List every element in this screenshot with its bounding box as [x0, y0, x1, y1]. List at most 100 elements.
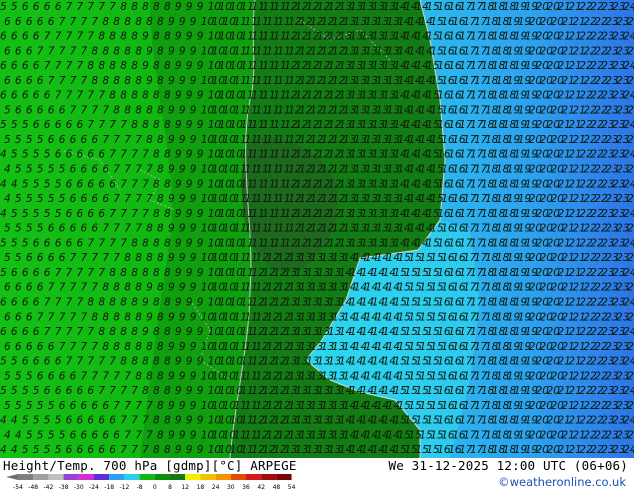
temperature-label: 9: [175, 1, 182, 13]
scale-swatch: [261, 474, 277, 480]
temperature-label: 7: [48, 45, 55, 57]
credit-link[interactable]: ©weatheronline.co.uk: [498, 475, 626, 489]
temperature-label: 5: [4, 370, 11, 382]
temperature-label: 9: [168, 16, 175, 28]
temperature-label: 6: [77, 237, 84, 249]
temperature-label: 8: [164, 415, 171, 427]
temperature-label: 7: [102, 134, 109, 146]
temperature-label: 7: [142, 208, 149, 220]
temperature-label: 8: [131, 237, 138, 249]
temperature-label: 8: [135, 252, 142, 264]
temperature-label: 7: [146, 164, 153, 176]
temperature-label: 5: [22, 119, 29, 131]
scale-label: -54: [13, 484, 23, 490]
temperature-label: 6: [33, 297, 40, 309]
temperature-label: 24: [627, 164, 634, 176]
temperature-label: 7: [113, 370, 120, 382]
temperature-label: 6: [70, 223, 77, 235]
temperature-label: 5: [55, 415, 62, 427]
temperature-label: 7: [113, 134, 120, 146]
temperature-label: 6: [98, 178, 105, 190]
temperature-label: 9: [197, 326, 204, 338]
temperature-label: 9: [168, 430, 175, 442]
temperature-label: 7: [124, 193, 131, 205]
temperature-label: 8: [153, 415, 160, 427]
temperature-label: 24: [623, 208, 634, 220]
temperature-label: 7: [87, 267, 94, 279]
temperature-label: 8: [153, 178, 160, 190]
temperature-label: 8: [124, 282, 131, 294]
scale-swatch: [154, 474, 170, 480]
temperature-label: 8: [91, 311, 98, 323]
temperature-label: 8: [113, 45, 120, 57]
temperature-label: 9: [175, 90, 182, 102]
temperature-label: 24: [623, 237, 634, 249]
temperature-label: 7: [44, 60, 51, 72]
temperature-label: 8: [135, 370, 142, 382]
temperature-label: 7: [59, 75, 66, 87]
temperature-label: 7: [55, 326, 62, 338]
temperature-label: 9: [186, 31, 193, 43]
temperature-label: 9: [186, 149, 193, 161]
temperature-label: 5: [37, 164, 44, 176]
temperature-label: 9: [197, 1, 204, 13]
temperature-label: 9: [179, 252, 186, 264]
temperature-label: 8: [142, 1, 149, 13]
temperature-label: 5: [55, 208, 62, 220]
temperature-label: 7: [59, 341, 66, 353]
scale-swatch: [215, 474, 231, 480]
temperature-label: 5: [0, 356, 7, 368]
temperature-label: 6: [77, 415, 84, 427]
temperature-label: 9: [168, 164, 175, 176]
scale-label: 36: [242, 484, 250, 490]
temperature-label: 7: [102, 223, 109, 235]
temperature-label: 8: [120, 90, 127, 102]
temperature-label: 6: [26, 104, 33, 116]
temperature-label: 6: [37, 252, 44, 264]
temperature-label: 7: [59, 45, 66, 57]
temperature-label: 6: [33, 119, 40, 131]
temperature-label: 7: [131, 444, 138, 456]
temperature-label: 6: [33, 60, 40, 72]
temperature-label: 6: [11, 60, 18, 72]
temperature-label: 6: [102, 164, 109, 176]
temperature-label: 6: [22, 60, 29, 72]
temperature-label: 7: [66, 31, 73, 43]
temperature-label: 7: [131, 385, 138, 397]
temperature-label: 6: [26, 75, 33, 87]
temperature-label: 8: [135, 311, 142, 323]
temperature-label: 6: [87, 208, 94, 220]
temperature-label: 7: [44, 297, 51, 309]
temperature-label: 8: [157, 164, 164, 176]
temperature-label: 5: [59, 164, 66, 176]
temperature-label: 5: [48, 430, 55, 442]
temperature-label: 6: [33, 326, 40, 338]
temperature-label: 9: [179, 45, 186, 57]
temperature-label: 6: [81, 193, 88, 205]
temperature-label: 8: [146, 370, 153, 382]
temperature-label: 5: [55, 178, 62, 190]
temperature-label: 6: [91, 223, 98, 235]
temperature-label: 7: [98, 90, 105, 102]
temperature-label: 6: [66, 178, 73, 190]
temperature-label: 9: [175, 356, 182, 368]
temperature-label: 4: [0, 415, 7, 427]
temperature-label: 9: [190, 193, 197, 205]
temperature-label: 6: [87, 415, 94, 427]
temperature-label: 5: [44, 149, 51, 161]
temperature-label: 8: [102, 341, 109, 353]
temperature-label: 9: [175, 31, 182, 43]
temperature-label: 9: [186, 385, 193, 397]
temperature-label: 5: [26, 223, 33, 235]
temperature-label: 4: [15, 430, 22, 442]
temperature-label: 5: [33, 178, 40, 190]
temperature-label: 6: [109, 444, 116, 456]
temperature-label: 4: [4, 193, 11, 205]
temperature-label: 24: [623, 90, 634, 102]
temperature-label: 8: [124, 45, 131, 57]
temperature-label: 8: [120, 356, 127, 368]
temperature-label: 8: [91, 45, 98, 57]
temperature-label: 7: [77, 297, 84, 309]
temperature-label: 7: [81, 341, 88, 353]
temperature-label: 6: [44, 237, 51, 249]
